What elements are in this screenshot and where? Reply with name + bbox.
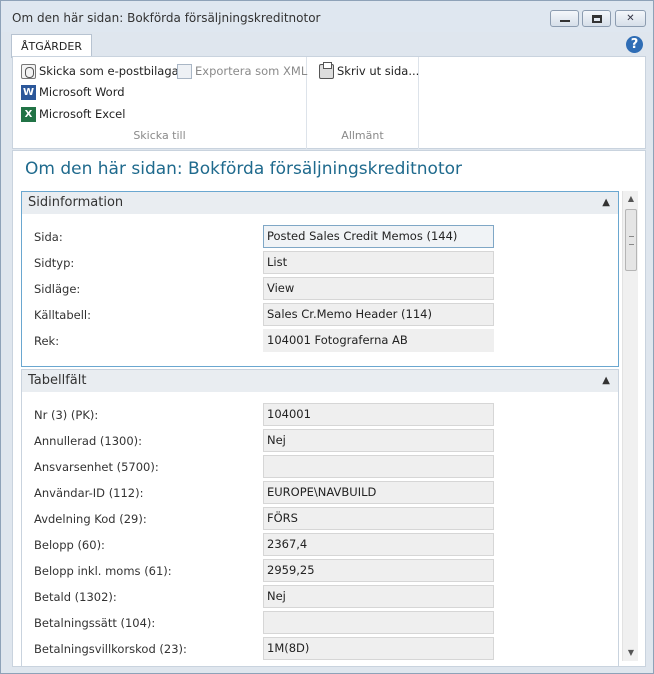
panel-area: Sidinformation ▲ Sida: Posted Sales Cred… [21,191,621,666]
field-label: Betalningsvillkorskod (23): [34,642,187,656]
content-area: Om den här sidan: Bokförda försäljningsk… [12,150,646,667]
close-icon: ✕ [626,13,635,24]
field-row: Sida: Posted Sales Credit Memos (144) [22,224,620,250]
field-label: Sida: [34,230,63,244]
microsoft-excel-label: Microsoft Excel [39,107,126,121]
print-page-label: Skriv ut sida... [337,64,420,78]
section-header-table-fields[interactable]: Tabellfält ▲ [22,370,618,392]
window-title: Om den här sidan: Bokförda försäljningsk… [12,11,321,25]
field-value[interactable]: Sales Cr.Memo Header (114) [263,303,494,326]
field-label: Sidtyp: [34,256,75,270]
field-value[interactable]: Nej [263,429,494,452]
field-label: Annullerad (1300): [34,434,143,448]
field-value[interactable]: FÖRS [263,507,494,530]
field-row: Annullerad (1300): Nej [22,428,620,454]
ribbon-tab-strip: ÅTGÄRDER ? [6,32,650,58]
close-button[interactable]: ✕ [615,10,646,27]
maximize-button[interactable] [582,10,611,27]
field-value[interactable]: 2959,25 [263,559,494,582]
tab-actions[interactable]: ÅTGÄRDER [11,34,92,58]
section-page-info: Sidinformation ▲ Sida: Posted Sales Cred… [21,191,619,367]
field-label: Betalningssätt (104): [34,616,156,630]
field-label: Rek: [34,334,60,348]
field-row: Källtabell: Sales Cr.Memo Header (114) [22,302,620,328]
field-value[interactable]: 2367,4 [263,533,494,556]
export-xml-icon [177,63,192,79]
scroll-down-icon[interactable]: ▼ [623,645,639,661]
field-value[interactable] [263,611,494,634]
page-title: Om den här sidan: Bokförda försäljningsk… [25,159,462,179]
maximize-icon [591,14,602,23]
print-page-button[interactable]: Skriv ut sida... [319,61,420,80]
minimize-button[interactable] [550,10,579,27]
excel-icon: X [21,106,36,122]
group-label-send-to: Skicka till [133,129,186,142]
field-value[interactable]: Nej [263,585,494,608]
field-label: Källtabell: [34,308,91,322]
section-title-page-info: Sidinformation [28,195,124,210]
microsoft-word-label: Microsoft Word [39,85,125,99]
section-title-table-fields: Tabellfält [28,373,87,388]
field-row: Avdelning Kod (29): FÖRS [22,506,620,532]
field-label: Belopp inkl. moms (61): [34,564,172,578]
section-header-page-info[interactable]: Sidinformation ▲ [22,192,618,214]
field-row: Användar-ID (112): EUROPE\NAVBUILD [22,480,620,506]
field-label: Användar-ID (112): [34,486,144,500]
word-icon: W [21,84,36,100]
field-row: Sidtyp: List [22,250,620,276]
scroll-thumb[interactable] [625,209,637,271]
field-row: Betalningssätt (104): [22,610,620,636]
field-value[interactable]: View [263,277,494,300]
field-value[interactable]: 1M(8D) [263,637,494,660]
ribbon-group-send-to: Skicka som e-postbilaga Exportera som XM… [13,57,307,149]
vertical-scrollbar[interactable]: ▲ ▼ [622,191,638,661]
about-page-window: Om den här sidan: Bokförda försäljningsk… [0,0,654,674]
export-xml-label: Exportera som XML [195,64,308,78]
field-value[interactable] [263,455,494,478]
collapse-icon[interactable]: ▲ [602,192,610,214]
field-label: Betald (1302): [34,590,117,604]
field-row: Ansvarsenhet (5700): [22,454,620,480]
send-as-email-button[interactable]: Skicka som e-postbilaga [21,62,179,80]
printer-icon [319,61,334,79]
field-label: Ansvarsenhet (5700): [34,460,159,474]
field-label: Sidläge: [34,282,81,296]
field-row: Betalningsvillkorskod (23): 1M(8D) [22,636,620,662]
group-label-general: Allmänt [341,129,384,142]
send-as-email-label: Skicka som e-postbilaga [39,64,179,78]
field-value[interactable]: EUROPE\NAVBUILD [263,481,494,504]
minimize-icon [559,20,570,22]
scroll-up-icon[interactable]: ▲ [623,191,639,207]
field-row: Rek: 104001 Fotograferna AB [22,328,620,354]
microsoft-word-button[interactable]: W Microsoft Word [21,83,125,101]
field-label: Nr (3) (PK): [34,408,99,422]
field-row: Belopp inkl. moms (61): 2959,25 [22,558,620,584]
field-label: Avdelning Kod (29): [34,512,147,526]
attachment-icon [21,63,36,79]
field-value[interactable]: 104001 [263,403,494,426]
export-xml-button[interactable]: Exportera som XML [177,62,307,80]
field-row: Belopp (60): 2367,4 [22,532,620,558]
title-bar: Om den här sidan: Bokförda försäljningsk… [1,1,653,32]
section-table-fields: Tabellfält ▲ Nr (3) (PK): 104001 Annulle… [21,369,620,666]
microsoft-excel-button[interactable]: X Microsoft Excel [21,105,125,123]
field-label: Belopp (60): [34,538,105,552]
field-value[interactable]: Posted Sales Credit Memos (144) [263,225,494,248]
help-icon[interactable]: ? [626,36,643,53]
field-row: Nr (3) (PK): 104001 [22,402,620,428]
collapse-icon[interactable]: ▲ [602,370,610,392]
field-row: Betald (1302): Nej [22,584,620,610]
field-value[interactable]: List [263,251,494,274]
field-value[interactable]: 104001 Fotograferna AB [263,329,494,352]
ribbon-group-general: Skriv ut sida... Allmänt [307,57,419,149]
ribbon: Skicka som e-postbilaga Exportera som XM… [12,56,646,149]
field-row: Sidläge: View [22,276,620,302]
